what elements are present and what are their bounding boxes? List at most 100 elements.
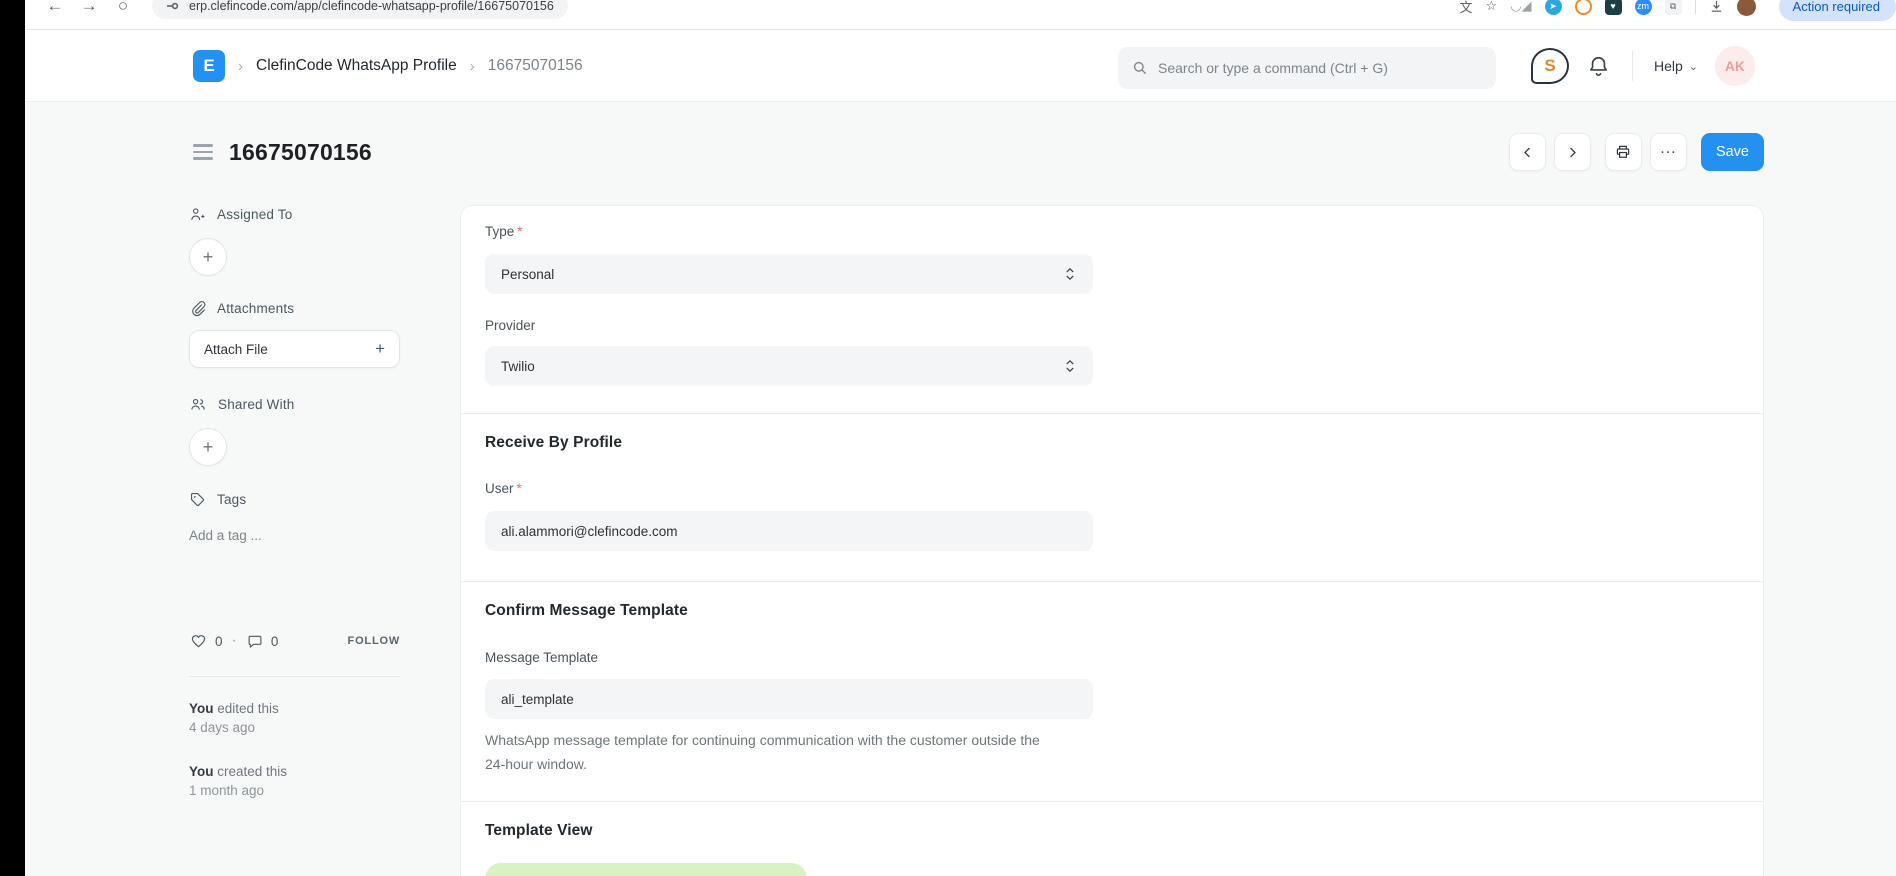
history-time: 1 month ago bbox=[189, 781, 287, 800]
type-select[interactable]: Personal bbox=[485, 254, 1093, 294]
reload-icon[interactable]: ○ bbox=[106, 0, 140, 16]
provider-field-label: Provider bbox=[485, 318, 535, 333]
chevron-right-icon: › bbox=[238, 58, 243, 75]
chevron-left-icon bbox=[1520, 145, 1535, 160]
history-actor: You bbox=[189, 701, 214, 716]
sidebar-toggle-icon[interactable] bbox=[193, 144, 213, 159]
user-value: ali.alammori@clefincode.com bbox=[501, 524, 678, 539]
add-assignment-button[interactable]: + bbox=[189, 238, 227, 276]
bell-icon[interactable] bbox=[1586, 54, 1611, 79]
print-icon bbox=[1614, 143, 1632, 161]
prev-document-button[interactable] bbox=[1509, 133, 1546, 171]
message-template-description: WhatsApp message template for continuing… bbox=[485, 728, 1050, 776]
extension-hearing-icon[interactable]: ◡◢ bbox=[1510, 0, 1531, 14]
tag-icon bbox=[189, 491, 206, 508]
comments-count[interactable]: 0 bbox=[271, 634, 279, 649]
message-template-input[interactable]: ali_template bbox=[485, 679, 1093, 719]
browser-toolbar: ← → ○ erp.clefincode.com/app/clefincode-… bbox=[0, 0, 1896, 30]
shared-with-section: Shared With bbox=[189, 396, 294, 413]
engagement-row: 0 · 0 FOLLOW bbox=[189, 632, 400, 650]
bookmark-star-icon[interactable]: ☆ bbox=[1486, 0, 1498, 14]
help-label: Help bbox=[1654, 58, 1683, 74]
print-button[interactable] bbox=[1605, 133, 1642, 171]
attach-file-label: Attach File bbox=[204, 342, 268, 357]
help-menu[interactable]: Help ⌄ bbox=[1654, 58, 1698, 74]
attachments-section: Attachments bbox=[189, 300, 294, 317]
chevron-right-icon bbox=[1565, 145, 1580, 160]
confirm-message-template-heading: Confirm Message Template bbox=[485, 602, 688, 620]
chevrons-updown-icon bbox=[1063, 266, 1077, 282]
tags-label: Tags bbox=[217, 492, 246, 507]
menu-button[interactable]: ... bbox=[1650, 133, 1687, 171]
search-placeholder: Search or type a command (Ctrl + G) bbox=[1158, 60, 1388, 76]
app-logo[interactable]: E bbox=[193, 50, 225, 82]
breadcrumb: E › ClefinCode WhatsApp Profile › 166750… bbox=[193, 30, 583, 102]
likes-count[interactable]: 0 bbox=[215, 634, 223, 649]
add-share-button[interactable]: + bbox=[189, 428, 227, 466]
required-marker: * bbox=[517, 224, 522, 239]
ellipsis-icon: ... bbox=[1660, 140, 1676, 164]
shared-with-label: Shared With bbox=[218, 397, 294, 412]
assigned-to-section: Assigned To bbox=[189, 206, 293, 223]
chevrons-updown-icon bbox=[1063, 358, 1077, 374]
extension-heart-icon[interactable]: ♥ bbox=[1605, 0, 1622, 15]
history-actor: You bbox=[189, 764, 214, 779]
save-button[interactable]: Save bbox=[1701, 133, 1764, 171]
back-icon[interactable]: ← bbox=[38, 0, 72, 16]
plus-icon: + bbox=[375, 339, 385, 359]
translate-icon[interactable]: 文 bbox=[1460, 0, 1473, 16]
chevron-right-icon: › bbox=[470, 58, 475, 75]
user-input[interactable]: ali.alammori@clefincode.com bbox=[485, 511, 1093, 551]
receive-by-profile-heading: Receive By Profile bbox=[485, 434, 622, 452]
page-title: 16675070156 bbox=[229, 139, 372, 166]
form-card: Type* Personal Provider Twilio Receive B… bbox=[460, 205, 1764, 876]
assigned-to-label: Assigned To bbox=[217, 207, 293, 222]
comment-icon[interactable] bbox=[246, 633, 264, 650]
document-sidebar: Assigned To + Attachments Attach File + … bbox=[189, 196, 400, 856]
history-time: 4 days ago bbox=[189, 718, 279, 737]
download-icon[interactable] bbox=[1709, 0, 1724, 14]
section-divider bbox=[461, 581, 1763, 582]
type-field-label: Type* bbox=[485, 224, 523, 239]
extension-telegram-icon[interactable]: ➤ bbox=[1545, 0, 1562, 15]
extension-zoom-icon[interactable]: zm bbox=[1635, 0, 1652, 15]
section-divider bbox=[461, 801, 1763, 802]
template-preview-bubble bbox=[485, 863, 807, 876]
user-field-label: User* bbox=[485, 481, 522, 496]
heart-icon[interactable] bbox=[189, 632, 208, 650]
dot-separator: · bbox=[232, 632, 237, 650]
type-value: Personal bbox=[501, 267, 554, 282]
attach-file-button[interactable]: Attach File + bbox=[189, 330, 400, 368]
extension-shield-icon[interactable] bbox=[1575, 0, 1592, 15]
avatar[interactable]: AK bbox=[1715, 46, 1755, 86]
paperclip-icon bbox=[189, 300, 206, 317]
action-required-badge[interactable]: Action required bbox=[1779, 0, 1896, 21]
provider-select[interactable]: Twilio bbox=[485, 346, 1093, 386]
address-bar[interactable]: erp.clefincode.com/app/clefincode-whatsa… bbox=[152, 0, 568, 19]
global-search-input[interactable]: Search or type a command (Ctrl + G) bbox=[1118, 47, 1496, 89]
provider-value: Twilio bbox=[501, 359, 535, 374]
message-template-field-label: Message Template bbox=[485, 650, 598, 665]
breadcrumb-docname[interactable]: 16675070156 bbox=[488, 57, 583, 75]
user-plus-icon bbox=[189, 206, 206, 223]
follow-button[interactable]: FOLLOW bbox=[348, 635, 400, 647]
message-template-value: ali_template bbox=[501, 692, 574, 707]
chat-logo-icon[interactable]: S bbox=[1531, 48, 1569, 84]
forward-icon[interactable]: → bbox=[72, 0, 106, 16]
page-title-row: 16675070156 ... Save bbox=[193, 120, 1764, 184]
history-action: edited this bbox=[214, 701, 279, 716]
breadcrumb-doctype[interactable]: ClefinCode WhatsApp Profile bbox=[256, 57, 457, 75]
url-text[interactable]: erp.clefincode.com/app/clefincode-whatsa… bbox=[189, 0, 554, 13]
section-divider bbox=[461, 413, 1763, 414]
next-document-button[interactable] bbox=[1554, 133, 1591, 171]
tags-section: Tags bbox=[189, 491, 246, 508]
add-tag-input[interactable]: Add a tag ... bbox=[189, 528, 262, 543]
created-history-item: You created this 1 month ago bbox=[189, 762, 287, 800]
search-icon bbox=[1132, 60, 1148, 76]
history-action: created this bbox=[214, 764, 288, 779]
users-icon bbox=[189, 396, 207, 413]
extension-clipboard-icon[interactable]: ⧉ bbox=[1665, 0, 1682, 15]
required-marker: * bbox=[517, 481, 522, 496]
profile-icon[interactable] bbox=[1737, 0, 1756, 16]
site-info-icon[interactable] bbox=[166, 0, 180, 13]
